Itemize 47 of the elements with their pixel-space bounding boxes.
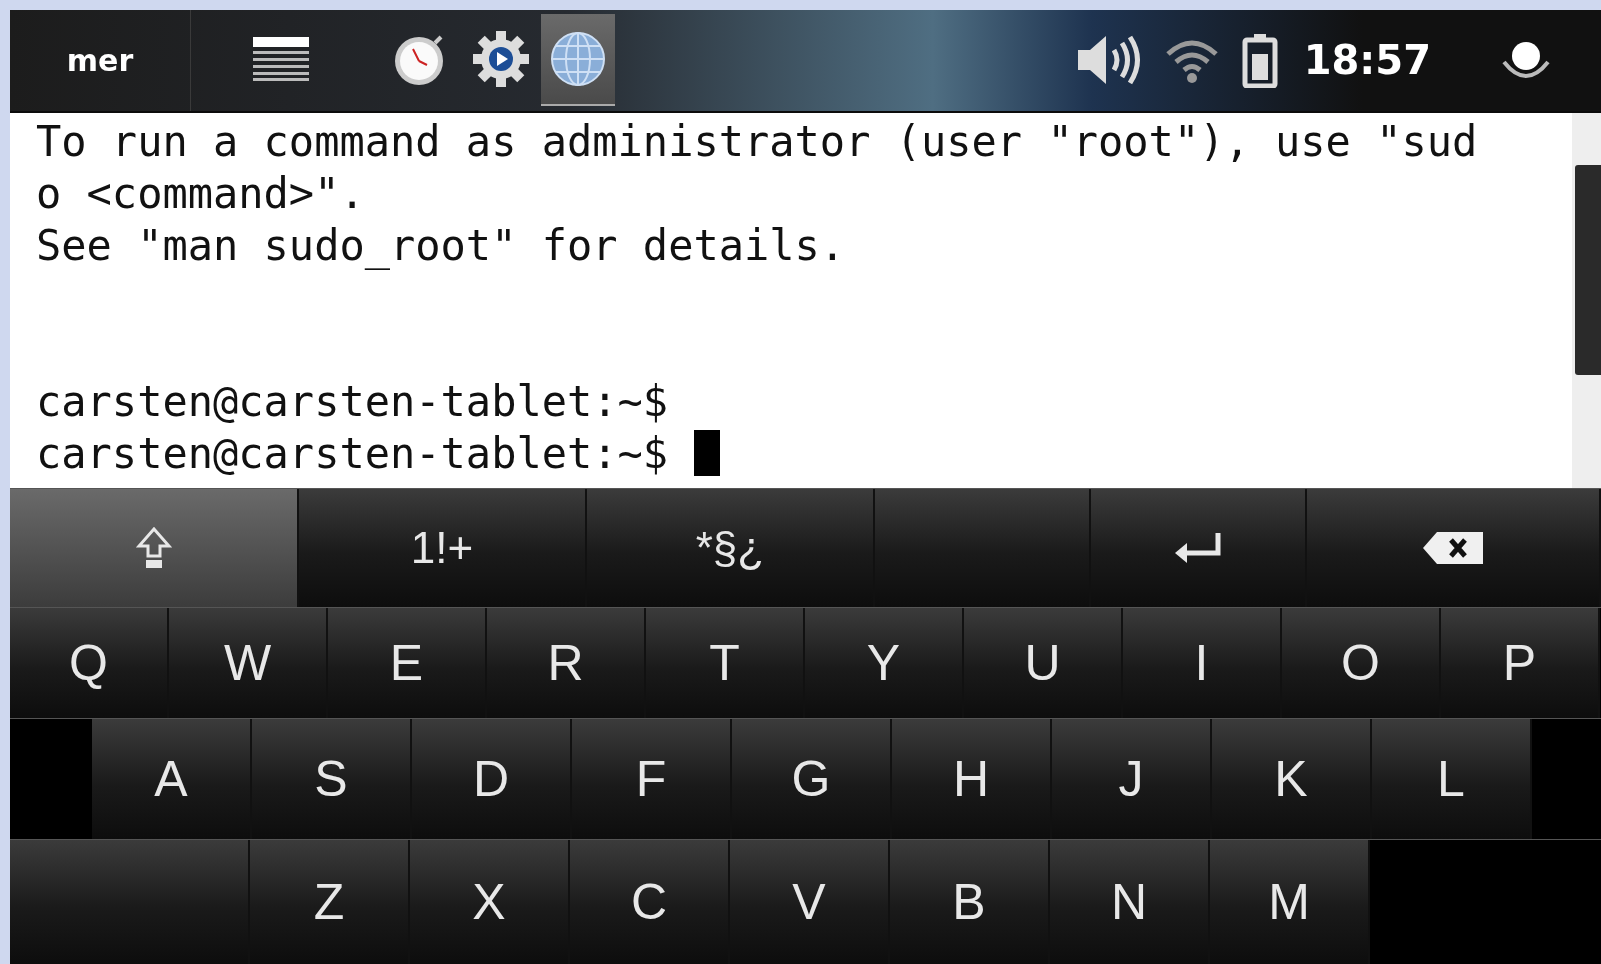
letter-key[interactable]: C [570,840,730,964]
letter-key[interactable]: G [732,719,892,839]
letter-key[interactable]: F [572,719,732,839]
symbol-key[interactable]: 1!+ [299,489,587,607]
return-arrow-icon [1173,531,1223,565]
terminal-prompt: carsten@carsten-tablet:~$ [36,428,669,478]
letter-key[interactable]: X [410,840,570,964]
letter-key[interactable]: D [412,719,572,839]
letter-key[interactable]: O [1282,608,1441,718]
letter-key[interactable]: N [1050,840,1210,964]
gear-play-icon [473,31,529,88]
letter-key[interactable]: R [487,608,646,718]
letter-key[interactable]: T [646,608,805,718]
menu-icon [253,37,309,82]
letter-key[interactable]: I [1123,608,1282,718]
letter-key[interactable]: Y [805,608,964,718]
letter-key[interactable]: A [92,719,252,839]
terminal-line: o <command>". [36,167,366,220]
letter-key[interactable]: W [169,608,328,718]
letter-key[interactable]: K [1212,719,1372,839]
letter-key[interactable]: Z [250,840,410,964]
shift-arrow-icon [135,526,172,570]
letter-key[interactable]: S [252,719,412,839]
letter-key[interactable]: J [1052,719,1212,839]
logo: mer [10,10,191,111]
globe-icon [549,30,607,89]
backspace-key[interactable] [1307,489,1601,607]
letter-key[interactable]: M [1210,840,1370,964]
letter-key[interactable]: H [892,719,1052,839]
globe-launcher[interactable] [541,14,615,107]
terminal-line: See "man sudo_root" for details. [36,219,847,272]
scrollbar-thumb[interactable] [1575,164,1601,375]
terminal-line: To run a command as administrator (user "root"), use "sud [36,115,1479,168]
backspace-icon [1421,530,1485,566]
letter-key[interactable]: V [730,840,890,964]
symbol-key[interactable]: *§¿ [587,489,875,607]
terminal-prompt: carsten@carsten-tablet:~$ [36,376,669,426]
letter-key[interactable]: E [328,608,487,718]
letter-key[interactable]: P [1441,608,1600,718]
text-cursor [694,429,721,476]
letter-key[interactable]: Q [10,608,169,718]
letter-key[interactable]: B [890,840,1050,964]
clock-time: 18:57 [1303,37,1431,84]
scrollbar[interactable] [1572,112,1601,488]
letter-key[interactable]: L [1372,719,1532,839]
battery-icon[interactable] [1241,32,1278,89]
letter-key[interactable]: U [964,608,1123,718]
